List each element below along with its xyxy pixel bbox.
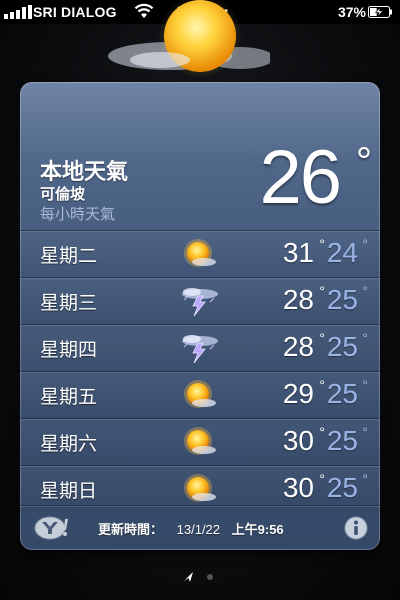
forecast-high: 30 — [282, 472, 314, 503]
high-degree-symbol: ° — [319, 377, 325, 393]
updated-time: 上午9:56 — [231, 522, 284, 537]
low-degree-symbol: ° — [362, 471, 368, 487]
forecast-high: 30 — [282, 425, 314, 456]
forecast-low: 25 — [326, 331, 358, 362]
thunderstorm-icon — [180, 284, 220, 318]
last-updated: 更新時間： 13/1/22 上午9:56 — [98, 519, 284, 538]
hourly-weather-link[interactable]: 每小時天氣 — [40, 203, 115, 224]
partly-sunny-icon — [180, 472, 220, 506]
low-degree-symbol: ° — [362, 330, 368, 346]
partly-sunny-icon — [180, 378, 220, 412]
forecast-day: 星期四 — [40, 340, 98, 361]
partly-sunny-icon — [180, 237, 220, 271]
current-temperature: 26 — [259, 135, 342, 220]
location-name: 可倫坡 — [40, 186, 86, 203]
forecast-low: 24 — [326, 237, 358, 268]
updated-label: 更新時間： — [98, 522, 164, 537]
current-conditions: 本地天氣 可倫坡 每小時天氣 26 ° — [20, 82, 380, 230]
forecast-list: 星期二 31 ° 24 ° 星期三 28 ° 25 ° 星期四 28 ° 25 ° 星期五 — [20, 230, 380, 512]
forecast-row: 星期二 31 ° 24 ° — [20, 230, 380, 277]
location-arrow-icon — [184, 572, 193, 582]
forecast-day: 星期六 — [40, 434, 98, 455]
forecast-high: 28 — [282, 331, 314, 362]
info-icon[interactable] — [344, 516, 368, 540]
page-indicator[interactable] — [180, 570, 220, 584]
low-degree-symbol: ° — [362, 377, 368, 393]
weather-screen: SRI DIALOG 上午9:57 37% 本地天氣 可倫坡 每小時天氣 26 … — [0, 0, 400, 600]
city-name: 本地天氣 — [40, 159, 129, 184]
low-degree-symbol: ° — [362, 236, 368, 252]
forecast-row: 星期五 29 ° 25 ° — [20, 371, 380, 418]
high-degree-symbol: ° — [319, 283, 325, 299]
forecast-day: 星期二 — [40, 246, 98, 267]
forecast-low: 25 — [326, 378, 358, 409]
low-degree-symbol: ° — [362, 283, 368, 299]
forecast-row: 星期六 30 ° 25 ° — [20, 418, 380, 465]
updated-date: 13/1/22 — [176, 522, 221, 537]
forecast-low: 25 — [326, 284, 358, 315]
high-degree-symbol: ° — [319, 471, 325, 487]
forecast-high: 29 — [282, 378, 314, 409]
forecast-row: 星期三 28 ° 25 ° — [20, 277, 380, 324]
battery-percentage: 37% — [337, 4, 366, 20]
forecast-day: 星期三 — [40, 293, 98, 314]
forecast-row: 星期四 28 ° 25 ° — [20, 324, 380, 371]
forecast-high: 28 — [282, 284, 314, 315]
sun-clouds-icon — [108, 0, 270, 78]
current-degree-symbol: ° — [356, 140, 372, 184]
thunderstorm-icon — [180, 331, 220, 365]
forecast-day: 星期日 — [40, 481, 98, 502]
partly-sunny-icon — [180, 425, 220, 459]
high-degree-symbol: ° — [319, 236, 325, 252]
high-degree-symbol: ° — [319, 424, 325, 440]
forecast-low: 25 — [326, 425, 358, 456]
yahoo-logo-icon[interactable] — [34, 515, 70, 541]
high-degree-symbol: ° — [319, 330, 325, 346]
battery-charging-icon — [368, 6, 392, 18]
page-dot — [207, 574, 213, 580]
forecast-day: 星期五 — [40, 387, 98, 408]
low-degree-symbol: ° — [362, 424, 368, 440]
forecast-low: 25 — [326, 472, 358, 503]
card-footer: 更新時間： 13/1/22 上午9:56 — [20, 505, 380, 550]
forecast-high: 31 — [282, 237, 314, 268]
weather-card: 本地天氣 可倫坡 每小時天氣 26 ° 星期二 31 ° 24 ° 星期三 28 ° 25 °… — [20, 82, 380, 550]
